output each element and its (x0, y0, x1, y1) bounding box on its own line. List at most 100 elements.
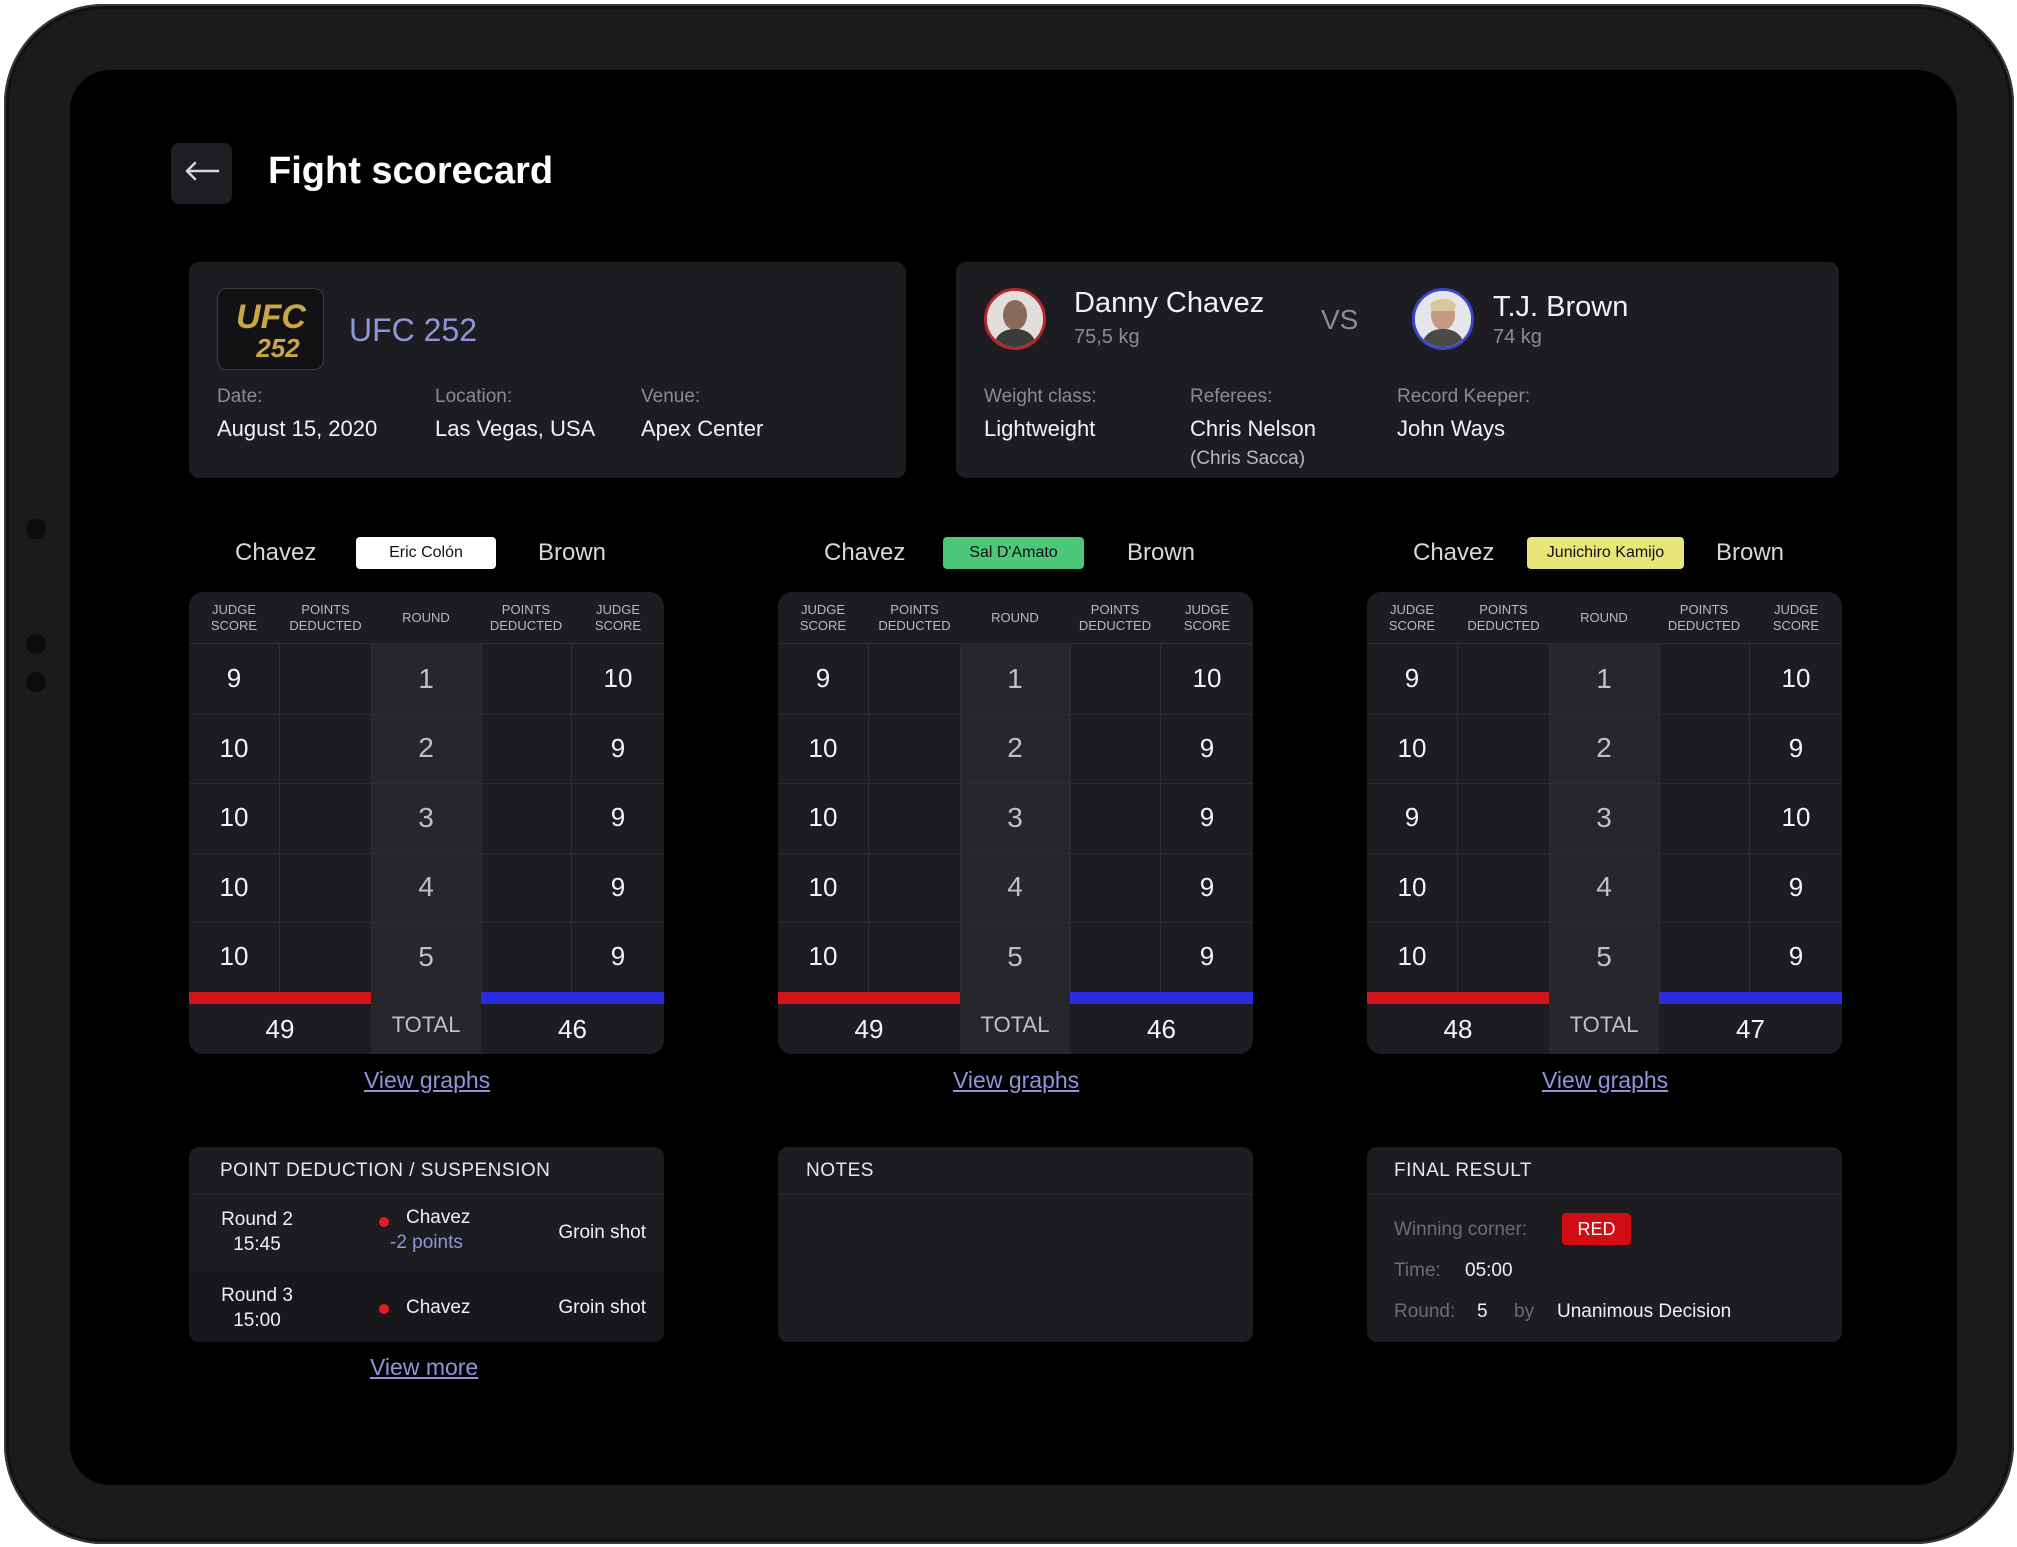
column-header: JUDGE SCORE (1772, 602, 1820, 633)
blue-total-score: 46 (1147, 1013, 1176, 1044)
red-corner-bar (189, 992, 371, 1004)
weight-class: Weight class: Lightweight (984, 386, 1097, 442)
round-number: 3 (1007, 801, 1023, 833)
view-graphs-link[interactable]: View graphs (953, 1067, 1079, 1094)
red-judge-score: 10 (219, 871, 249, 902)
column-divider (1070, 644, 1071, 992)
event-info-card: UFC 252 UFC 252 Date: August 15, 2020 Lo… (189, 262, 906, 478)
notes-panel[interactable]: NOTES (778, 1147, 1253, 1342)
blue-judge-score: 9 (1788, 941, 1804, 972)
point-deduction-panel: POINT DEDUCTION / SUSPENSION Round 2 15:… (189, 1147, 664, 1342)
red-judge-score: 9 (815, 663, 831, 693)
judge-scorecard-table: JUDGE SCORE POINTS DEDUCTED ROUND POINTS DE… (778, 592, 1253, 1054)
round-number: 1 (1007, 662, 1023, 694)
red-judge-score: 9 (226, 663, 242, 693)
blue-judge-score: 9 (1788, 871, 1804, 902)
table-header: JUDGE SCORE POINTS DEDUCTED ROUND POINTS DE… (778, 592, 1253, 644)
deduction-row[interactable]: Round 3 15:00 Chavez Groin shot (189, 1271, 664, 1342)
round-number: 4 (1596, 871, 1612, 903)
round-number: 2 (1007, 732, 1023, 764)
red-judge-score: 10 (808, 802, 838, 833)
total-label: TOTAL (391, 1012, 461, 1037)
blue-fighter-short-name: Brown (538, 539, 607, 566)
column-header: POINTS DEDUCTED (289, 602, 362, 633)
blue-fighter-weight: 74 kg (1493, 326, 1542, 348)
view-more-link[interactable]: View more (370, 1354, 478, 1381)
record-keeper: Record Keeper: John Ways (1397, 386, 1530, 442)
judge-header: Chavez Sal D'Amato Brown (778, 535, 1253, 569)
column-divider (1457, 644, 1458, 992)
blue-fighter-avatar (1412, 288, 1474, 350)
column-header: JUDGE SCORE (799, 602, 847, 633)
location-value: Las Vegas, USA (435, 416, 596, 441)
blue-corner-bar (1659, 992, 1842, 1004)
round-number: 4 (1007, 871, 1023, 903)
column-divider (868, 644, 869, 992)
fight-info-card: Danny Chavez 75,5 kg VS T.J. Brown 74 kg… (956, 262, 1839, 478)
view-graphs-link[interactable]: View graphs (364, 1067, 490, 1094)
blue-judge-score: 10 (1781, 663, 1811, 693)
event-location: Location: Las Vegas, USA (435, 386, 595, 442)
red-total-score: 49 (854, 1013, 884, 1044)
red-judge-score: 10 (219, 941, 249, 972)
panel-title: NOTES (778, 1147, 1253, 1195)
back-button[interactable] (171, 143, 232, 204)
column-divider (279, 644, 280, 992)
event-venue: Venue: Apex Center (641, 386, 763, 442)
column-header: POINTS DEDUCTED (878, 602, 951, 633)
venue-label: Venue: (641, 386, 701, 407)
total-label: TOTAL (1569, 1012, 1639, 1037)
column-header: ROUND (1580, 610, 1628, 625)
red-judge-score: 9 (1404, 802, 1420, 833)
red-judge-score: 10 (808, 732, 838, 763)
blue-fighter-short-name: Brown (1716, 539, 1785, 566)
judge-name-badge: Eric Colón (356, 537, 496, 569)
app-screen: Fight scorecard UFC 252 UFC 252 Date: Au… (70, 70, 1957, 1485)
column-header: JUDGE SCORE (594, 602, 642, 633)
event-name: UFC 252 (349, 312, 478, 348)
panel-title: POINT DEDUCTION / SUSPENSION (189, 1147, 664, 1195)
judge-header: Chavez Junichiro Kamijo Brown (1367, 535, 1842, 569)
panel-title: FINAL RESULT (1367, 1147, 1842, 1195)
weight-class-label: Weight class: (984, 386, 1097, 407)
red-corner-dot-icon (379, 1217, 389, 1227)
table-header: JUDGE SCORE POINTS DEDUCTED ROUND POINTS DE… (189, 592, 664, 644)
deduction-reason: Groin shot (558, 1297, 646, 1318)
view-graphs-link[interactable]: View graphs (1542, 1067, 1668, 1094)
blue-judge-score: 9 (610, 871, 626, 902)
method-value: Unanimous Decision (1557, 1301, 1732, 1322)
date-label: Date: (217, 386, 263, 407)
blue-judge-score: 10 (1192, 663, 1222, 693)
blue-judge-score: 10 (603, 663, 633, 693)
hardware-button (26, 634, 46, 654)
arrow-left-icon (184, 161, 220, 186)
referee-sub-value: (Chris Sacca) (1190, 448, 1306, 469)
red-judge-score: 10 (1397, 941, 1427, 972)
column-header: POINTS DEDUCTED (1078, 602, 1152, 633)
date-value: August 15, 2020 (217, 416, 378, 441)
red-total-score: 48 (1443, 1013, 1473, 1044)
blue-total-score: 47 (1736, 1013, 1765, 1044)
deduction-fighter: Chavez (406, 1207, 471, 1228)
table-header: JUDGE SCORE POINTS DEDUCTED ROUND POINTS DE… (1367, 592, 1842, 644)
weight-class-value: Lightweight (984, 416, 1096, 441)
red-judge-score: 10 (808, 941, 838, 972)
red-judge-score: 10 (808, 871, 838, 902)
round-number: 5 (418, 940, 434, 972)
red-fighter-name: Danny Chavez (1074, 287, 1265, 319)
location-label: Location: (435, 386, 513, 407)
blue-judge-score: 9 (1199, 802, 1215, 833)
final-result-panel: FINAL RESULT Winning corner: RED Time: 0… (1367, 1147, 1842, 1342)
column-divider (481, 644, 482, 992)
red-fighter-short-name: Chavez (235, 539, 317, 566)
red-fighter-short-name: Chavez (824, 539, 906, 566)
blue-total-score: 46 (558, 1013, 587, 1044)
deduction-round: Round 2 (221, 1209, 293, 1230)
round-number: 5 (1007, 940, 1023, 972)
blue-judge-score: 9 (610, 941, 626, 972)
hardware-button (26, 672, 46, 692)
judge-scorecard-table: JUDGE SCORE POINTS DEDUCTED ROUND POINTS DE… (1367, 592, 1842, 1054)
column-header: POINTS DEDUCTED (1467, 602, 1540, 633)
deduction-row[interactable]: Round 2 15:45 Chavez -2 points Groin sho… (189, 1195, 664, 1271)
referees-label: Referees: (1190, 386, 1273, 407)
